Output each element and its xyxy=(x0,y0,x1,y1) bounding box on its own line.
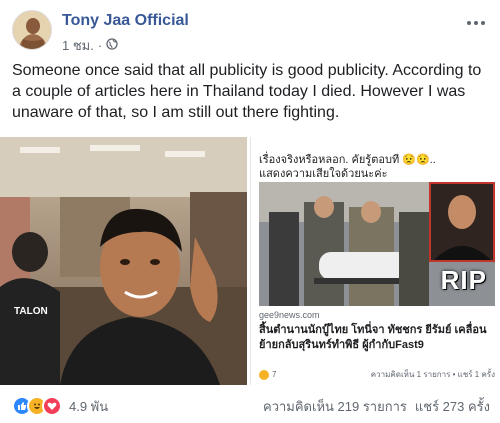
reaction-summary[interactable]: 4.9 พัน xyxy=(12,396,108,417)
post-header: Tony Jaa Official 1 ชม. · xyxy=(12,10,488,54)
post-meta: 1 ชม. · xyxy=(62,35,118,56)
love-icon xyxy=(42,396,62,416)
rip-text: RIP xyxy=(440,265,487,295)
engagement-stats: ความคิดเห็น 219 รายการ แชร์ 273 ครั้ง xyxy=(263,396,490,417)
shared-screenshot[interactable]: เรื่องจริงหรือหลอก. คัยรู้ตอบที 😟😟.. แสด… xyxy=(250,137,500,385)
avatar-image xyxy=(13,11,51,49)
comment-count-link[interactable]: ความคิดเห็น 219 รายการ xyxy=(263,396,407,417)
sad-icon xyxy=(259,369,269,380)
screenshot-comment-share: ความคิดเห็น 1 รายการ • แชร์ 1 ครั้ง xyxy=(370,370,495,379)
avatar[interactable] xyxy=(12,10,52,50)
screenshot-reactions: 7 xyxy=(259,369,277,380)
more-options-icon[interactable] xyxy=(466,10,486,31)
news-image: RIP xyxy=(259,182,495,306)
share-count-link[interactable]: แชร์ 273 ครั้ง xyxy=(415,396,490,417)
post-text: Someone once said that all publicity is … xyxy=(12,62,482,121)
post-footer: 4.9 พัน ความคิดเห็น 219 รายการ แชร์ 273 … xyxy=(12,394,490,418)
page-name[interactable]: Tony Jaa Official xyxy=(62,12,189,30)
shirt-text: TALON xyxy=(14,306,48,317)
screenshot-footer: 7 ความคิดเห็น 1 รายการ • แชร์ 1 ครั้ง xyxy=(259,368,495,381)
globe-icon xyxy=(106,38,118,53)
screenshot-text-line2: แสดงความเสียใจด้วยนะค่ะ xyxy=(259,168,388,180)
meta-separator: · xyxy=(97,38,103,53)
news-domain: gee9news.com xyxy=(259,310,320,320)
selfie-image xyxy=(0,137,247,385)
reaction-count: 4.9 พัน xyxy=(69,398,109,414)
screenshot-reaction-count: 7 xyxy=(272,370,277,379)
selfie-photo[interactable]: TALON xyxy=(0,137,247,385)
news-headline: สิ้นตำนานนักบู๊ไทย โทนี่จา ทัชชกร ยีรัมย… xyxy=(259,324,487,351)
post-time[interactable]: 1 ชม. xyxy=(62,35,94,56)
